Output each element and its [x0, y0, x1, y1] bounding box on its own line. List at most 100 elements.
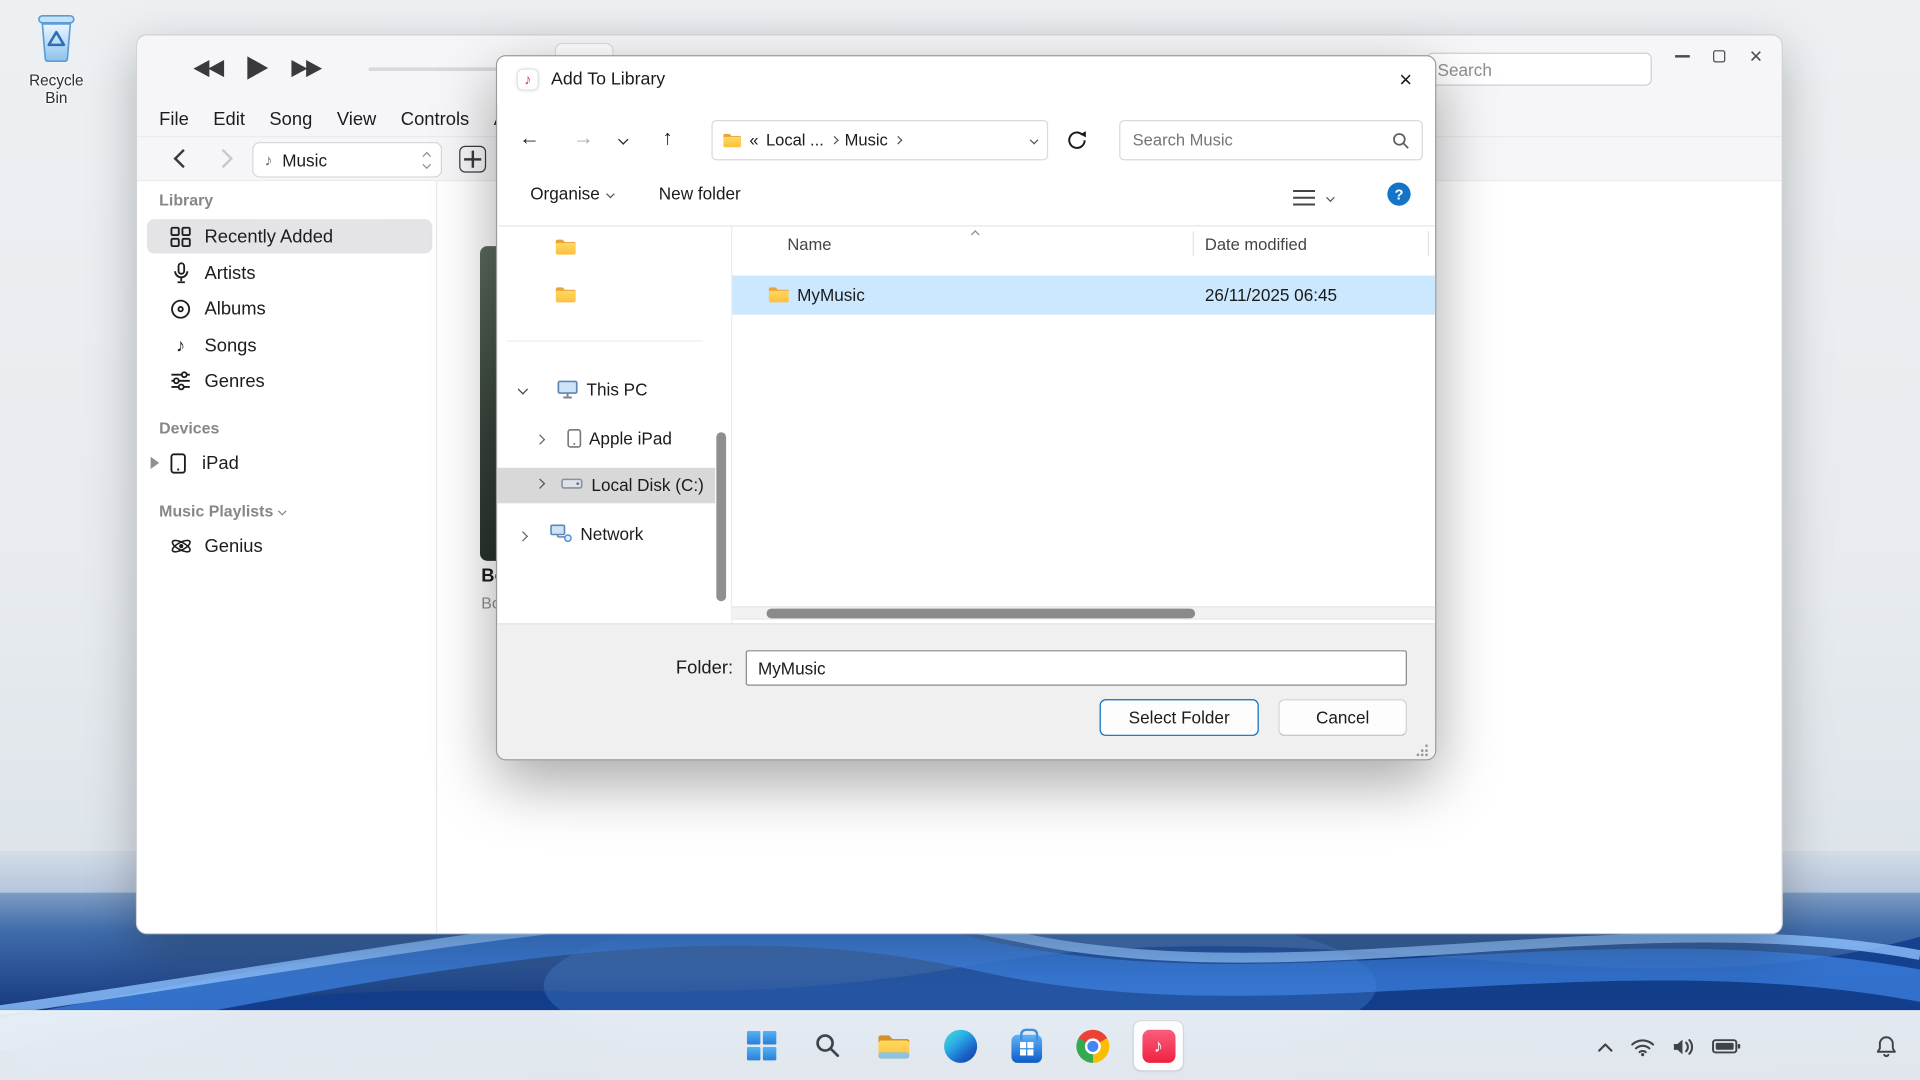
maximize-button[interactable] [1701, 40, 1738, 72]
sidebar-item-genres[interactable]: Genres [147, 364, 432, 398]
help-button[interactable]: ? [1387, 182, 1410, 205]
disc-icon [169, 298, 192, 319]
dialog-search-input[interactable] [1120, 121, 1421, 159]
chevron-down-icon[interactable] [278, 507, 287, 516]
volume-icon[interactable] [1671, 1037, 1695, 1057]
this-pc-expand-chevron[interactable] [518, 384, 528, 394]
sidebar-item-recently-added[interactable]: Recently Added [147, 219, 432, 253]
expand-triangle-icon[interactable] [151, 457, 160, 469]
music-app-icon: ♪ [517, 69, 539, 91]
add-to-library-dialog: ♪ Add To Library × ← → ↑ « Local ... Mus… [496, 55, 1436, 760]
file-explorer-button[interactable] [869, 1021, 918, 1070]
dialog-up-button[interactable]: ↑ [662, 126, 672, 150]
notification-area[interactable] [1875, 1011, 1898, 1080]
microsoft-store-button[interactable] [1002, 1021, 1051, 1070]
music-app-button[interactable]: ♪ [1134, 1021, 1183, 1070]
breadcrumb-current[interactable]: Music [845, 131, 888, 149]
chrome-button[interactable] [1068, 1021, 1117, 1070]
tree-item-this-pc[interactable]: This PC [587, 380, 648, 400]
ipad-expand-chevron[interactable] [535, 434, 545, 444]
menu-file[interactable]: File [147, 108, 201, 129]
sidebar-item-label: Genres [204, 370, 264, 391]
address-bar[interactable]: « Local ... Music [711, 120, 1048, 160]
wifi-icon[interactable] [1630, 1037, 1656, 1057]
sidebar-item-genius[interactable]: Genius [147, 529, 432, 563]
tree-item-apple-ipad[interactable]: Apple iPad [589, 429, 672, 449]
column-header-name[interactable]: Name [787, 235, 831, 253]
maximize-icon [1713, 50, 1725, 62]
dialog-close-button[interactable]: × [1389, 64, 1423, 96]
resize-grip[interactable] [1416, 743, 1429, 756]
microsoft-store-icon [1011, 1034, 1042, 1062]
menu-controls[interactable]: Controls [389, 108, 482, 129]
column-separator[interactable] [1193, 231, 1194, 255]
dialog-forward-button[interactable]: → [573, 126, 594, 150]
taskbar: ♪ [0, 1010, 1920, 1080]
minimize-button[interactable] [1664, 40, 1701, 72]
sidebar: Library Recently Added Artists [137, 181, 437, 933]
chrome-icon [1076, 1029, 1109, 1062]
file-name[interactable]: MyMusic [797, 285, 865, 305]
window-controls: × [1664, 40, 1774, 72]
tree-folder-icon[interactable] [555, 285, 577, 303]
menu-song[interactable]: Song [257, 108, 324, 129]
divider [497, 225, 1435, 226]
atom-icon [169, 535, 192, 557]
tree-folder-icon[interactable] [555, 238, 577, 256]
play-button[interactable] [246, 55, 269, 81]
start-button[interactable] [737, 1021, 786, 1070]
recycle-bin-shortcut[interactable]: Recycle Bin [20, 10, 93, 107]
dialog-back-button[interactable]: ← [519, 126, 540, 150]
this-pc-icon [557, 380, 578, 400]
dialog-titlebar[interactable]: ♪ Add To Library × [497, 56, 1435, 103]
library-selector[interactable]: ♪ Music [252, 142, 442, 178]
app-search-input[interactable] [1428, 54, 1651, 85]
tree-item-local-disk[interactable]: Local Disk (C:) [591, 475, 703, 495]
view-options-icon[interactable] [1293, 189, 1315, 207]
tree-item-network[interactable]: Network [580, 524, 643, 544]
sidebar-item-albums[interactable]: Albums [147, 291, 432, 325]
nav-back-button[interactable] [174, 149, 193, 168]
close-button[interactable]: × [1738, 40, 1775, 72]
sidebar-item-songs[interactable]: ♪ Songs [147, 328, 432, 362]
sidebar-item-label: Songs [204, 335, 256, 356]
horizontal-scrollbar-thumb[interactable] [767, 609, 1196, 619]
rewind-button[interactable] [193, 58, 226, 78]
sidebar-item-artists[interactable]: Artists [147, 256, 432, 290]
chevron-down-icon [606, 189, 615, 198]
breadcrumb-overflow[interactable]: « [749, 131, 758, 149]
grid-view-button[interactable] [459, 146, 486, 173]
sidebar-item-ipad[interactable]: iPad [147, 446, 432, 480]
recent-locations-chevron[interactable] [618, 134, 628, 144]
nav-forward-button[interactable] [214, 149, 233, 168]
refresh-button[interactable] [1065, 129, 1088, 152]
tree-scrollbar-thumb[interactable] [716, 432, 726, 601]
address-dropdown-chevron[interactable] [1030, 136, 1039, 145]
horizontal-scrollbar[interactable] [732, 606, 1436, 619]
column-separator[interactable] [1428, 231, 1429, 255]
microphone-icon [169, 262, 192, 284]
breadcrumb-root[interactable]: Local ... [766, 131, 824, 149]
chevron-right-icon[interactable] [830, 136, 839, 145]
folder-icon [768, 285, 790, 303]
menu-edit[interactable]: Edit [201, 108, 257, 129]
column-header-date[interactable]: Date modified [1205, 235, 1307, 253]
edge-button[interactable] [936, 1021, 985, 1070]
view-options-chevron[interactable] [1326, 193, 1335, 202]
bell-icon [1875, 1035, 1898, 1058]
battery-icon[interactable] [1712, 1038, 1741, 1054]
folder-label: Folder: [676, 658, 733, 679]
fast-forward-button[interactable] [289, 58, 322, 78]
transport-controls [193, 55, 322, 81]
organise-label: Organise [530, 184, 600, 204]
cancel-button[interactable]: Cancel [1278, 699, 1407, 736]
folder-name-input[interactable] [746, 650, 1407, 686]
organise-menu-button[interactable]: Organise [530, 184, 613, 204]
network-expand-chevron[interactable] [518, 531, 528, 541]
menu-view[interactable]: View [325, 108, 389, 129]
taskbar-search-button[interactable] [803, 1021, 852, 1070]
tray-overflow-chevron[interactable] [1597, 1040, 1614, 1052]
chevron-right-icon[interactable] [894, 136, 903, 145]
new-folder-button[interactable]: New folder [659, 184, 741, 204]
select-folder-button[interactable]: Select Folder [1100, 699, 1259, 736]
